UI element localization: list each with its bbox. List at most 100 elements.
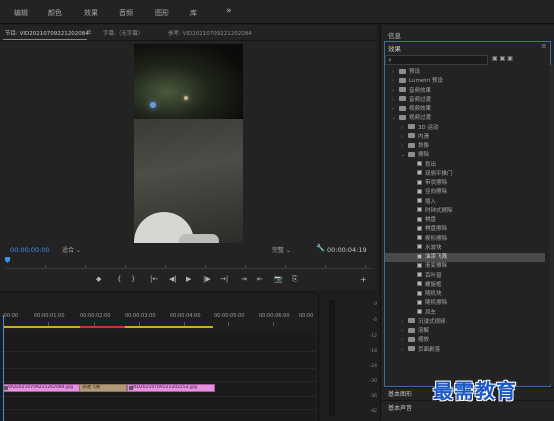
go-to-in-button[interactable]: |← — [150, 275, 158, 283]
effect-item[interactable]: 水波块 — [410, 244, 442, 253]
workspace-tab-edit[interactable]: 编辑 — [14, 8, 28, 18]
effect-item[interactable]: 渐变擦除 — [410, 262, 447, 271]
timeline-ruler[interactable]: :00:00 00:00:01:00 00:00:02:00 00:00:03:… — [0, 313, 316, 327]
disclosure-caret-icon[interactable]: › — [401, 142, 408, 151]
tab-program[interactable]: 节目: VID20210709221202084 — [5, 29, 89, 37]
tree-item-label: 棋盘 — [425, 217, 437, 223]
basic-sound-panel-title[interactable]: 基本声音 — [388, 403, 412, 412]
compare-view-button[interactable]: ⎘ — [292, 275, 298, 284]
mark-in-button[interactable]: { — [117, 275, 121, 283]
export-frame-icon[interactable]: 📷 — [274, 275, 283, 283]
step-back-button[interactable]: ◀| — [169, 275, 177, 283]
extract-button[interactable]: ⇤ — [257, 275, 263, 283]
effect-item[interactable]: 棋盘擦除 — [410, 225, 447, 234]
effect-item[interactable]: 划出 — [410, 161, 436, 170]
ruler-label: 00:00 — [299, 313, 314, 319]
effect-item[interactable]: 随机擦除 — [410, 299, 447, 308]
panel-menu-icon[interactable]: ≡ — [86, 28, 92, 36]
effect-item[interactable]: 径向擦除 — [410, 188, 447, 197]
effect-item[interactable]: 插入 — [410, 198, 436, 207]
fx-badge-icon — [4, 386, 8, 390]
go-to-out-button[interactable]: →| — [220, 275, 228, 283]
effects-folder-item[interactable]: › 划像 — [401, 142, 429, 151]
effects-folder-item[interactable]: › 内滑 — [401, 133, 429, 142]
zoom-fit-select[interactable]: 适合 ⌄ — [62, 245, 81, 254]
active-tab-indicator — [3, 39, 87, 40]
effect-item[interactable]: 螺旋框 — [410, 281, 442, 290]
disclosure-caret-icon[interactable]: › — [401, 346, 408, 355]
effects-folder-item[interactable]: › 音频效果 — [392, 87, 431, 96]
video-clip[interactable]: VID20210709221202253.jpg — [127, 384, 215, 392]
disclosure-caret-icon[interactable]: › — [401, 327, 408, 336]
effect-item[interactable]: 带状擦除 — [410, 179, 447, 188]
tree-item-label: 百叶窗 — [425, 272, 442, 279]
yuv-effects-icon[interactable]: ▣ — [507, 55, 513, 62]
timeline-playhead[interactable] — [3, 315, 4, 421]
disclosure-caret-icon[interactable]: ⌄ — [392, 114, 399, 123]
lift-button[interactable]: ⇥ — [241, 275, 247, 283]
disclosure-caret-icon[interactable]: › — [401, 318, 408, 327]
workspace-tab-audio[interactable]: 音频 — [119, 8, 133, 18]
program-monitor-tabs: 节目: VID20210709221202084 ≡ 字幕:（无字幕） 参考: … — [0, 25, 377, 41]
mark-out-button[interactable]: } — [131, 275, 135, 283]
disclosure-caret-icon[interactable]: › — [401, 133, 408, 142]
effects-folder-item[interactable]: › 视频效果 — [392, 105, 431, 114]
panel-menu-icon[interactable]: ≡ — [541, 42, 547, 50]
button-editor-button[interactable]: + — [360, 275, 367, 284]
effect-item[interactable]: 时钟式擦除 — [410, 207, 453, 216]
effects-folder-item[interactable]: ⌄ 视频过渡 — [392, 114, 431, 123]
disclosure-caret-icon[interactable]: › — [392, 105, 399, 114]
effects-folder-item[interactable]: › 预设 — [392, 68, 420, 77]
effects-search-input[interactable]: ⌕ — [385, 55, 488, 65]
workspace-tab-libraries[interactable]: 库 — [190, 8, 197, 18]
monitor-time-ruler[interactable] — [5, 259, 373, 269]
disclosure-caret-icon[interactable]: › — [401, 336, 408, 345]
info-panel-title[interactable]: 信息 — [388, 30, 401, 40]
effects-folder-item[interactable]: › 音频过渡 — [392, 96, 431, 105]
play-button[interactable]: ▶ — [186, 275, 191, 283]
video-clip[interactable]: VID20210709221202084.jpg — [3, 384, 80, 392]
disclosure-caret-icon[interactable]: › — [392, 96, 399, 105]
step-forward-button[interactable]: |▶ — [203, 275, 211, 283]
tree-item-label: 页面剥落 — [418, 346, 441, 353]
workspace-tab-graphics[interactable]: 图形 — [155, 8, 169, 18]
effect-item[interactable]: 油漆飞溅 — [385, 253, 545, 262]
effects-folder-item[interactable]: › 页面剥落 — [401, 346, 440, 355]
transition-clip[interactable]: 渗透飞溅 — [79, 384, 127, 392]
disclosure-caret-icon[interactable]: › — [392, 87, 399, 96]
effects-panel-title[interactable]: 效果 — [388, 43, 401, 53]
effects-folder-item[interactable]: › 沉浸式视频 — [401, 318, 446, 327]
playhead-timecode[interactable]: 00:00:00:00 — [10, 246, 50, 254]
effect-item[interactable]: 随机块 — [410, 290, 442, 299]
track-area[interactable] — [0, 333, 316, 421]
transition-effect-icon — [417, 281, 422, 287]
32bit-effects-icon[interactable]: ▣ — [500, 55, 506, 62]
tab-reference[interactable]: 参考: VID20210709221202084 — [168, 29, 252, 37]
disclosure-caret-icon[interactable]: ⌄ — [401, 151, 408, 160]
transition-effect-icon — [417, 290, 422, 296]
effects-folder-item[interactable]: › 3D 运动 — [401, 124, 438, 133]
effects-folder-item[interactable]: ⌄ 擦除 — [401, 151, 429, 160]
effect-item[interactable]: 双侧平推门 — [410, 170, 453, 179]
disclosure-caret-icon[interactable]: › — [401, 124, 408, 133]
workspace-bar: 编辑 颜色 效果 音频 图形 库 » — [0, 0, 554, 24]
accelerated-effects-icon[interactable]: ▣ — [492, 55, 498, 62]
add-marker-button[interactable]: ◆ — [96, 275, 101, 283]
basic-graphics-panel-title[interactable]: 基本图形 — [388, 389, 412, 398]
effects-folder-item[interactable]: › Lumetri 预设 — [392, 77, 443, 86]
effect-item[interactable]: 楔形擦除 — [410, 235, 447, 244]
disclosure-caret-icon[interactable]: › — [392, 68, 399, 77]
effects-folder-item[interactable]: › 溶解 — [401, 327, 429, 336]
effects-folder-item[interactable]: › 缩放 — [401, 336, 429, 345]
tab-captions[interactable]: 字幕:（无字幕） — [103, 29, 143, 37]
effect-item[interactable]: 风车 — [410, 309, 436, 318]
playback-resolution-select[interactable]: 完整 ⌄ — [272, 245, 291, 254]
effects-scrollbar[interactable] — [550, 65, 553, 385]
effect-item[interactable]: 百叶窗 — [410, 272, 442, 281]
workspace-tab-effects[interactable]: 效果 — [84, 8, 98, 18]
settings-wrench-icon[interactable]: 🔧 — [316, 244, 325, 252]
effect-item[interactable]: 棋盘 — [410, 216, 436, 225]
workspace-overflow-button[interactable]: » — [226, 6, 232, 16]
disclosure-caret-icon[interactable]: › — [392, 77, 399, 86]
workspace-tab-color[interactable]: 颜色 — [48, 8, 62, 18]
